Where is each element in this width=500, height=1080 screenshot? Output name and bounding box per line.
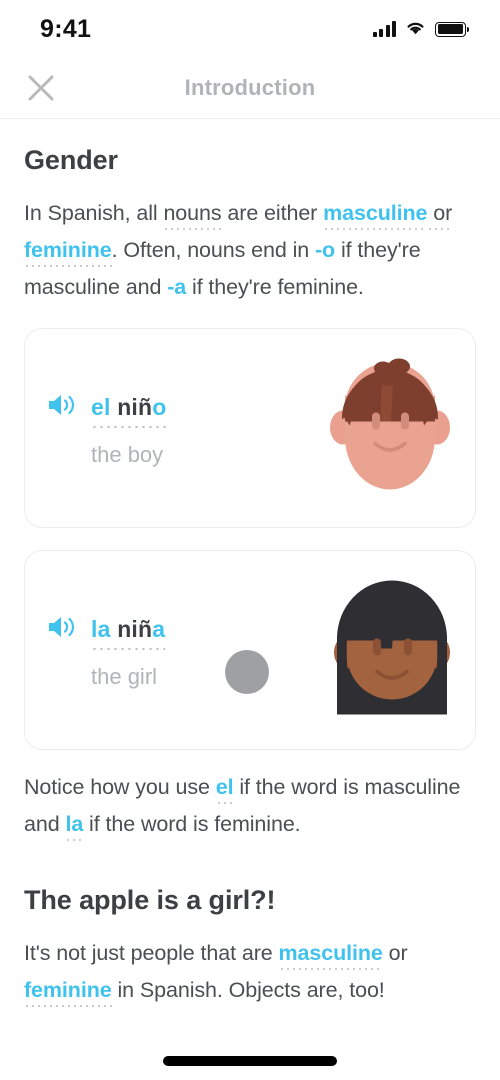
dotted-underline: [91, 425, 167, 429]
touch-indicator-dot: [225, 650, 269, 694]
status-bar: 9:41: [0, 0, 500, 58]
word-row: el niño: [47, 392, 167, 429]
text-fragment: It's not just people that are: [24, 941, 279, 965]
word-wrapper: la niña: [91, 616, 166, 651]
status-icons: [372, 19, 470, 40]
dotted-underline: [91, 647, 166, 651]
text-fragment: In Spanish, all: [24, 201, 164, 225]
text-fragment: if they're feminine.: [186, 275, 364, 299]
home-indicator-bar: [163, 1056, 337, 1066]
text-fragment: are either: [221, 201, 324, 225]
text-fragment: or: [427, 201, 452, 230]
lesson-content: Gender In Spanish, all nouns are either …: [0, 119, 500, 1009]
battery-full-icon: [435, 21, 470, 37]
text-fragment: or: [382, 941, 408, 965]
text-fragment: . Often, nouns end in: [111, 238, 315, 262]
section-heading-gender: Gender: [24, 145, 118, 175]
term-nouns: nouns: [163, 201, 222, 230]
notice-paragraph: Notice how you use el if the word is mas…: [24, 769, 476, 843]
boy-face-avatar: [325, 356, 455, 501]
gender-paragraph: In Spanish, all nouns are either masculi…: [24, 195, 476, 306]
word-article: la: [91, 616, 111, 642]
page-title: Introduction: [184, 75, 316, 100]
cellular-signal-icon: [372, 21, 396, 37]
word-la-nina: la niña: [91, 616, 165, 642]
apple-paragraph: It's not just people that are masculine …: [24, 935, 476, 1009]
status-time: 9:41: [40, 14, 92, 43]
term-masculine: masculine: [278, 941, 383, 970]
text-fragment: if the word is feminine.: [83, 812, 301, 836]
text-fragment: Notice how you use: [24, 775, 216, 799]
word-card-el-nino[interactable]: el niño the boy: [24, 328, 476, 528]
term-feminine: feminine: [24, 978, 112, 1007]
wifi-icon: [405, 19, 426, 40]
speaker-audio-icon[interactable]: [47, 614, 79, 645]
section-heading-apple: The apple is a girl?!: [24, 885, 276, 915]
word-stem: niñ: [117, 616, 153, 642]
term-o-ending: -o: [315, 238, 336, 262]
close-x-icon: [28, 75, 54, 101]
card-text-block: el niño the boy: [47, 392, 167, 468]
term-a-ending: -a: [167, 275, 187, 299]
card-text-block: la niña the girl: [47, 614, 166, 690]
word-el-nino: el niño: [91, 394, 167, 420]
translation-the-girl: the girl: [91, 664, 158, 689]
term-masculine: masculine: [323, 201, 427, 230]
nav-bar: Introduction: [0, 58, 500, 119]
close-button[interactable]: [22, 69, 60, 107]
word-card-la-nina[interactable]: la niña the girl: [24, 550, 476, 750]
speaker-audio-icon[interactable]: [47, 392, 79, 423]
app-screen: 9:41 Introduction Gender In Spanish, all…: [0, 0, 500, 1080]
word-ending: o: [152, 394, 167, 420]
translation-the-boy: the boy: [91, 442, 164, 467]
girl-face-avatar: [329, 577, 455, 724]
text-fragment: in Spanish. Objects are, too!: [111, 978, 385, 1002]
word-article: el: [91, 394, 111, 420]
term-el: el: [215, 775, 234, 804]
word-row: la niña: [47, 614, 166, 651]
word-ending: a: [152, 616, 166, 642]
word-stem: niñ: [117, 394, 153, 420]
term-feminine: feminine: [24, 238, 112, 267]
word-wrapper: el niño: [91, 394, 167, 429]
term-la: la: [65, 812, 83, 841]
